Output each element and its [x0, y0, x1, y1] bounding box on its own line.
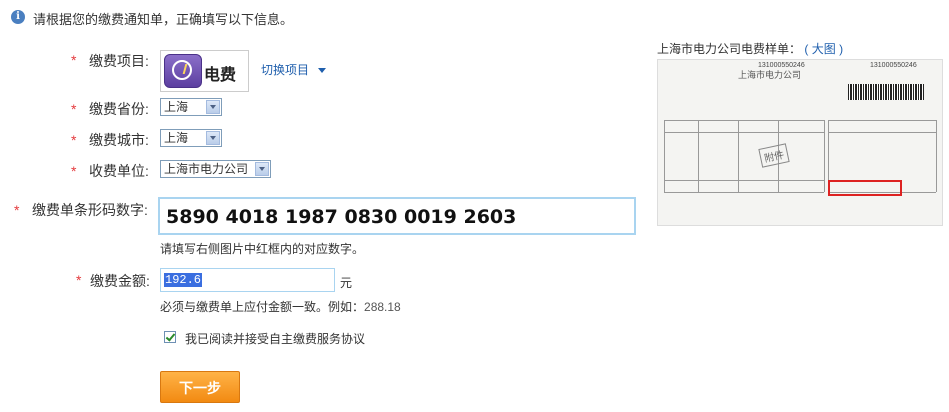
item-card: 电费 — [160, 50, 249, 92]
amount-unit: 元 — [340, 276, 353, 290]
city-label: 缴费城市: — [89, 132, 149, 148]
amount-input[interactable]: 192.6 — [160, 268, 335, 292]
item-value: 电费 — [204, 67, 237, 84]
dropdown-arrow-icon — [255, 162, 269, 176]
item-label: 缴费项目: — [89, 53, 149, 69]
barcode-value: 5890 4018 1987 0830 0019 2603 — [166, 206, 517, 228]
unit-value: 上海市电力公司 — [164, 162, 249, 176]
amount-hint: 必须与缴费单上应付金额一致。例如：288.18 — [160, 298, 401, 315]
next-button[interactable]: 下一步 — [160, 371, 240, 403]
required-mark: * — [71, 132, 77, 148]
unit-select[interactable]: 上海市电力公司 — [160, 160, 271, 178]
sample-paren-close: ) — [839, 42, 844, 56]
required-mark: * — [14, 202, 20, 218]
amount-example: 288.18 — [364, 300, 401, 314]
barcode-label: 缴费单条形码数字: — [32, 202, 148, 218]
amount-value: 192.6 — [164, 273, 203, 287]
unit-label: 收费单位: — [89, 163, 149, 179]
province-select[interactable]: 上海 — [160, 98, 222, 116]
sample-paren-open: ( — [804, 42, 809, 56]
sample-doc-title: 上海市电力公司 — [738, 70, 802, 80]
dropdown-arrow-icon — [206, 131, 220, 145]
sample-stamp: 附件 — [758, 143, 790, 168]
amount-hint-text: 必须与缴费单上应付金额一致。例如： — [160, 300, 365, 314]
dropdown-arrow-icon — [206, 100, 220, 114]
sample-barcode — [848, 84, 924, 100]
barcode-input[interactable]: 5890 4018 1987 0830 0019 2603 — [158, 197, 636, 235]
province-label: 缴费省份: — [89, 101, 149, 117]
amount-label: 缴费金额: — [90, 273, 150, 289]
switch-item-link[interactable]: 切换项目 — [261, 61, 327, 78]
agreement-checkbox[interactable] — [164, 331, 176, 343]
city-value: 上海 — [164, 131, 189, 145]
required-mark: * — [71, 101, 77, 117]
highlight-box — [828, 180, 902, 196]
switch-item-label: 切换项目 — [261, 63, 310, 77]
large-image-link[interactable]: 大图 — [812, 42, 836, 56]
sample-title-text: 上海市电力公司电费样单： — [657, 42, 802, 56]
sample-title: 上海市电力公司电费样单： ( 大图 ) — [657, 40, 843, 57]
province-value: 上海 — [164, 100, 189, 114]
caret-down-icon — [318, 68, 327, 74]
required-mark: * — [71, 52, 77, 68]
info-icon: i — [11, 10, 25, 24]
required-mark: * — [71, 163, 77, 179]
notice-text: 请根据您的缴费通知单，正确填写以下信息。 — [33, 12, 294, 27]
agreement-text[interactable]: 我已阅读并接受自主缴费服务协议 — [185, 330, 365, 347]
sample-number-left: 131000550246 — [758, 62, 805, 69]
sample-bill-image[interactable]: 上海市电力公司 131000550246 131000550246 附件 — [657, 59, 943, 226]
lightning-icon — [164, 54, 202, 88]
required-mark: * — [76, 272, 82, 288]
barcode-hint: 请填写右侧图片中红框内的对应数字。 — [160, 242, 365, 256]
sample-number-right: 131000550246 — [870, 62, 917, 69]
city-select[interactable]: 上海 — [160, 129, 222, 147]
